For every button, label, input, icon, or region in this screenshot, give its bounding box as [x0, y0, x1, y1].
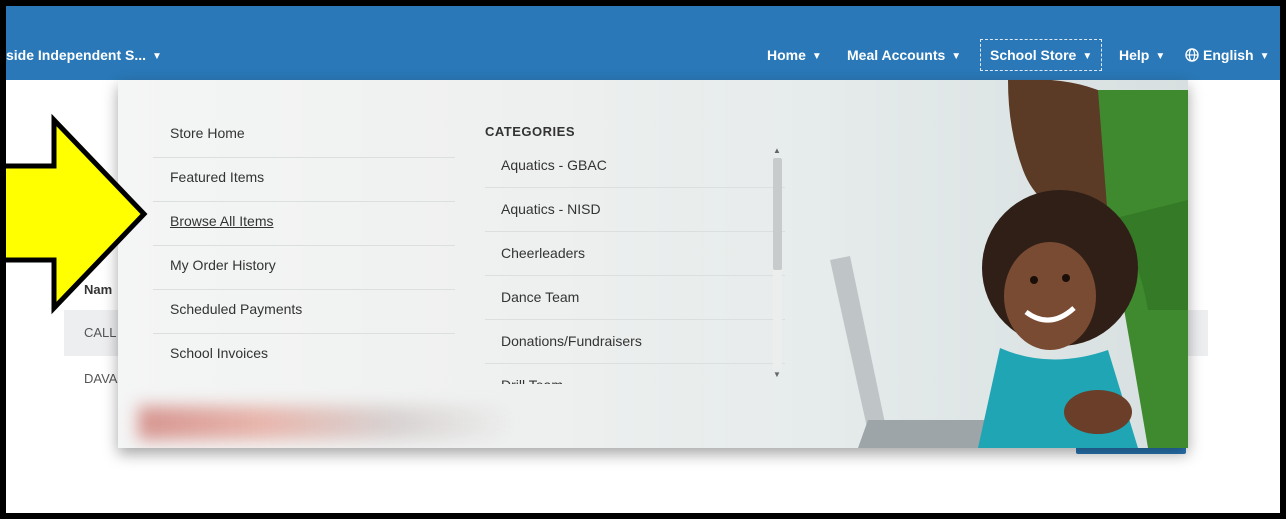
store-menu-list: Store Home Featured Items Browse All Ite…: [153, 114, 455, 378]
scroll-down-icon[interactable]: ▼: [773, 370, 781, 379]
category-item[interactable]: Dance Team: [485, 276, 785, 320]
categories-heading: CATEGORIES: [485, 124, 575, 139]
category-item[interactable]: Aquatics - GBAC: [485, 144, 785, 188]
yellow-arrow-annotation: [6, 113, 148, 315]
nav-school-store[interactable]: School Store ▼: [980, 38, 1103, 72]
nav-home-label: Home: [767, 47, 806, 63]
district-name: side Independent S...: [6, 47, 147, 63]
globe-icon: [1185, 48, 1199, 62]
page-frame: side Independent S... ▼ Home ▼ Meal Accoun…: [6, 6, 1280, 513]
nav-school-store-label: School Store: [990, 47, 1077, 63]
menu-item-my-order-history[interactable]: My Order History: [153, 246, 455, 290]
table-cell: CALL: [84, 325, 117, 340]
nav-language-label: English: [1203, 47, 1254, 63]
district-selector[interactable]: side Independent S... ▼: [6, 47, 162, 63]
caret-down-icon: ▼: [1082, 51, 1093, 62]
menu-item-browse-all-items[interactable]: Browse All Items: [153, 202, 455, 246]
nav-meal-accounts[interactable]: Meal Accounts ▼: [838, 38, 970, 72]
menu-item-featured-items[interactable]: Featured Items: [153, 158, 455, 202]
scroll-up-icon[interactable]: ▲: [773, 146, 781, 155]
nav-meal-accounts-label: Meal Accounts: [847, 47, 946, 63]
menu-item-scheduled-payments[interactable]: Scheduled Payments: [153, 290, 455, 334]
table-cell: DAVA: [84, 371, 118, 386]
categories-list[interactable]: Aquatics - GBAC Aquatics - NISD Cheerlea…: [485, 144, 785, 384]
nav-help-label: Help: [1119, 47, 1150, 63]
categories-scrollbar[interactable]: ▲ ▼: [770, 144, 784, 384]
top-navigation-bar: side Independent S... ▼ Home ▼ Meal Accoun…: [6, 6, 1280, 80]
caret-down-icon: ▼: [1259, 51, 1270, 62]
category-item[interactable]: Donations/Fundraisers: [485, 320, 785, 364]
caret-down-icon: ▼: [811, 51, 822, 62]
blurred-region: [138, 406, 518, 440]
category-item[interactable]: Drill Team: [485, 364, 785, 384]
nav-help[interactable]: Help ▼: [1110, 38, 1174, 72]
category-item[interactable]: Cheerleaders: [485, 232, 785, 276]
menu-item-store-home[interactable]: Store Home: [153, 114, 455, 158]
nav-language[interactable]: English ▼: [1176, 38, 1278, 72]
nav-home[interactable]: Home ▼: [758, 38, 831, 72]
scroll-thumb[interactable]: [773, 158, 782, 270]
caret-down-icon: ▼: [152, 51, 162, 62]
school-store-dropdown: Store Home Featured Items Browse All Ite…: [118, 80, 1188, 448]
category-item[interactable]: Aquatics - NISD: [485, 188, 785, 232]
caret-down-icon: ▼: [951, 51, 962, 62]
menu-item-school-invoices[interactable]: School Invoices: [153, 334, 455, 378]
caret-down-icon: ▼: [1155, 51, 1166, 62]
